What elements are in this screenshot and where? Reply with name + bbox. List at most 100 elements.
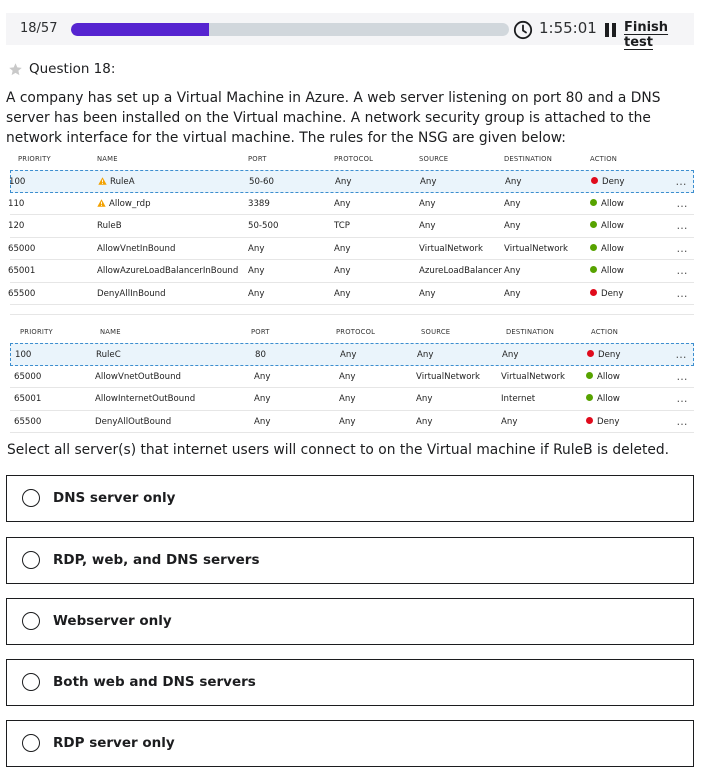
cell-action: Allow: [590, 198, 624, 209]
cell-priority: 65500: [14, 417, 41, 427]
table-row[interactable]: 100 RuleA 50-60 Any Any Any Deny…: [9, 170, 694, 193]
radio-button[interactable]: [22, 612, 40, 630]
cell-name[interactable]: AllowInternetOutBound: [95, 394, 195, 404]
cell-port: 80: [255, 350, 266, 360]
radio-button[interactable]: [22, 673, 40, 691]
answer-option[interactable]: Webserver only: [6, 598, 694, 645]
finish-test-link[interactable]: Finish test: [624, 20, 694, 50]
top-bar: 18/57 1:55:01 Finish test: [6, 13, 694, 50]
cell-text: 80: [255, 350, 266, 360]
more-options-icon[interactable]: …: [677, 287, 689, 300]
more-options-icon[interactable]: …: [677, 219, 689, 232]
cell-text: Any: [504, 266, 521, 276]
cell-destination: Internet: [501, 394, 535, 404]
cell-source: Any: [419, 199, 435, 209]
header-name: NAME: [97, 155, 118, 163]
table-row[interactable]: 65000 AllowVnetOutBound Any Any VirtualNetwo…: [10, 366, 694, 388]
header-protocol: PROTOCOL: [334, 155, 374, 163]
cell-text: Any: [248, 243, 265, 254]
cell-destination: Any: [504, 266, 520, 276]
clock-icon: [513, 20, 533, 40]
cell-text: 65000: [14, 371, 42, 382]
cell-name[interactable]: AllowAzureLoadBalancerInBound: [97, 266, 238, 276]
cell-text: Any: [334, 266, 351, 276]
table-row[interactable]: 65001 AllowAzureLoadBalancerInBound Any Any…: [8, 260, 694, 283]
cell-action: Allow: [590, 221, 624, 231]
progress-bar-fill: [71, 23, 210, 36]
more-options-icon[interactable]: …: [677, 197, 689, 210]
cell-text: RuleA: [110, 177, 135, 187]
cell-action: Allow: [586, 371, 620, 382]
more-options-icon[interactable]: …: [676, 175, 688, 188]
more-options-icon[interactable]: …: [677, 392, 689, 405]
cell-text: Deny: [598, 350, 621, 360]
more-options-icon[interactable]: …: [677, 264, 689, 277]
cell-port: Any: [248, 289, 264, 299]
cell-protocol: Any: [339, 417, 355, 427]
cell-action: Allow: [590, 243, 624, 254]
radio-button[interactable]: [22, 489, 40, 507]
star-icon[interactable]: [8, 62, 23, 77]
cell-text: Any: [254, 371, 271, 382]
cell-text: VirtualNetwork: [419, 243, 483, 254]
table-row[interactable]: 65500 DenyAllOutBound Any Any Any Any Deny…: [10, 411, 694, 433]
table-row[interactable]: 120 RuleB 50-500 TCP Any Any Allow…: [8, 215, 694, 238]
cell-port: Any: [248, 266, 264, 276]
answer-option[interactable]: RDP, web, and DNS servers: [6, 537, 694, 584]
cell-name[interactable]: Allow_rdp: [97, 199, 151, 209]
warning-icon: [98, 177, 107, 185]
cell-text: 65500: [14, 416, 42, 427]
cell-action: Allow: [590, 266, 624, 276]
cell-name[interactable]: AllowVnetInBound: [97, 244, 175, 254]
cell-text: Any: [501, 416, 518, 427]
more-options-icon[interactable]: …: [677, 370, 689, 383]
cell-port: Any: [254, 372, 270, 382]
cell-name[interactable]: RuleA: [98, 177, 135, 187]
cell-text: Allow: [601, 243, 624, 254]
cell-source: Any: [419, 221, 435, 231]
answer-option[interactable]: DNS server only: [6, 475, 694, 522]
allow-icon: [586, 394, 593, 401]
cell-text: VirtualNetwork: [504, 243, 568, 254]
cell-port: 3389: [248, 199, 270, 209]
answer-option[interactable]: RDP server only: [6, 720, 694, 767]
cell-text: Allow: [597, 371, 620, 382]
header-source: SOURCE: [419, 155, 449, 163]
cell-name[interactable]: DenyAllInBound: [97, 289, 166, 299]
more-options-icon[interactable]: …: [676, 348, 688, 361]
cell-text: Any: [340, 350, 357, 360]
cell-name[interactable]: AllowVnetOutBound: [95, 372, 181, 382]
cell-protocol: Any: [334, 199, 350, 209]
cell-text: Any: [416, 416, 433, 427]
table-row[interactable]: 65000 AllowVnetInBound Any Any VirtualNetwor…: [8, 238, 694, 260]
cell-port: Any: [248, 244, 264, 254]
more-options-icon[interactable]: …: [677, 415, 689, 428]
cell-protocol: Any: [340, 350, 356, 360]
cell-text: Any: [504, 198, 521, 209]
table-row[interactable]: 100 RuleC 80 Any Any Any Deny…: [10, 343, 694, 366]
cell-text: Any: [335, 177, 352, 187]
header-destination: DESTINATION: [506, 328, 554, 336]
cell-name[interactable]: RuleC: [96, 350, 121, 360]
table-row[interactable]: 65500 DenyAllInBound Any Any Any Any Deny…: [8, 283, 694, 305]
cell-text: Any: [505, 177, 522, 187]
more-options-icon[interactable]: …: [677, 242, 689, 255]
radio-button[interactable]: [22, 734, 40, 752]
pause-icon[interactable]: [605, 23, 617, 37]
answer-option-label: RDP, web, and DNS servers: [53, 552, 260, 568]
cell-text: 65001: [8, 266, 36, 276]
allow-icon: [590, 266, 597, 273]
cell-text: AllowAzureLoadBalancerInBound: [97, 266, 239, 276]
cell-text: Any: [334, 243, 351, 254]
radio-button[interactable]: [22, 551, 40, 569]
table-divider: [10, 314, 694, 315]
table-row[interactable]: 65001 AllowInternetOutBound Any Any Any Inter…: [10, 388, 694, 411]
cell-text: Any: [248, 288, 265, 299]
cell-destination: Any: [501, 417, 517, 427]
cell-name[interactable]: RuleB: [97, 221, 122, 231]
cell-name[interactable]: DenyAllOutBound: [95, 417, 171, 427]
cell-action: Deny: [590, 288, 623, 299]
deny-icon: [587, 350, 594, 357]
answer-option[interactable]: Both web and DNS servers: [6, 659, 694, 706]
table-row[interactable]: 110 Allow_rdp 3389 Any Any Any Allow…: [8, 193, 694, 215]
